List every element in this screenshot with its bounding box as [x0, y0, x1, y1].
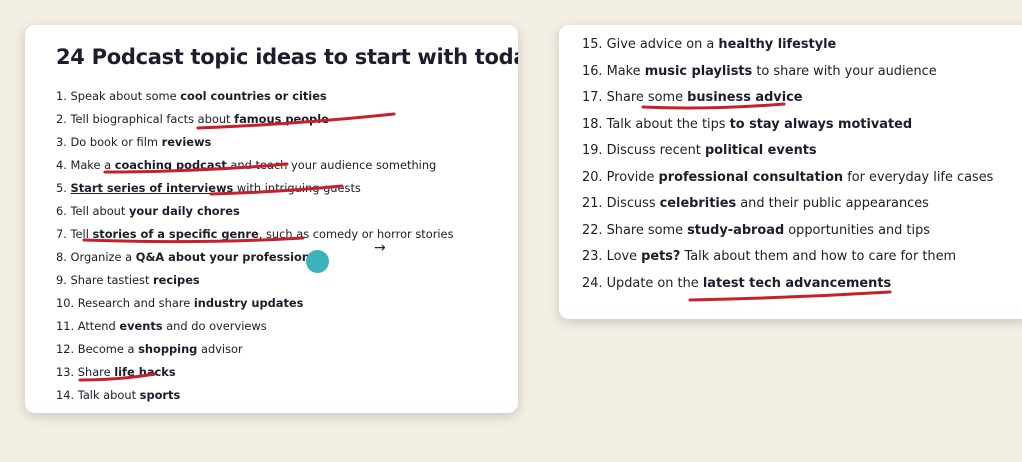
list-item: 5. Start series of interviews with intri… — [56, 181, 361, 195]
list-item: 24. Update on the latest tech advancemen… — [582, 275, 892, 291]
list-item: 9. Share tastiest recipes — [56, 273, 200, 287]
list-item: 2. Tell biographical facts about famous … — [56, 112, 329, 126]
list-item: 3. Do book or film reviews — [56, 135, 212, 149]
interviews-link[interactable]: Start series of interviews — [71, 181, 234, 195]
list-item: 8. Organize a Q&A about your profession — [56, 250, 310, 264]
list-item: 20. Provide professional consultation fo… — [582, 169, 994, 185]
list-item: 7. Tell stories of a specific genre, suc… — [56, 227, 454, 241]
right-topic-card: 15. Give advice on a healthy lifestyle 1… — [559, 25, 1022, 319]
cursor-indicator — [306, 250, 329, 273]
list-item: 4. Make a coaching podcast and teach you… — [56, 158, 437, 172]
list-item: 22. Share some study-abroad opportunitie… — [582, 222, 930, 238]
list-item: 18. Talk about the tips to stay always m… — [582, 116, 913, 132]
list-item: 6. Tell about your daily chores — [56, 204, 240, 218]
list-item: 11. Attend events and do overviews — [56, 319, 267, 333]
list-item: 1. Speak about some cool countries or ci… — [56, 89, 327, 103]
topic-list-right: 15. Give advice on a healthy lifestyle 1… — [582, 32, 993, 297]
left-topic-card: 24 Podcast topic ideas to start with tod… — [25, 25, 518, 413]
list-item: 23. Love pets? Talk about them and how t… — [582, 249, 957, 264]
arrow-right-icon: → — [374, 240, 386, 256]
list-item: 16. Make music playlists to share with y… — [582, 63, 937, 79]
list-item: 17. Share some business advice — [582, 90, 803, 105]
list-item: 15. Give advice on a healthy lifestyle — [582, 37, 837, 52]
list-item: 19. Discuss recent political events — [582, 143, 817, 158]
list-item: 14. Talk about sports — [56, 388, 181, 402]
topic-list-left: 1. Speak about some cool countries or ci… — [56, 85, 454, 407]
list-item: 10. Research and share industry updates — [56, 296, 304, 310]
list-item: 13. Share life hacks — [56, 365, 176, 379]
list-item: 12. Become a shopping advisor — [56, 342, 243, 356]
page-title: 24 Podcast topic ideas to start with tod… — [56, 45, 518, 69]
list-item: 21. Discuss celebrities and their public… — [582, 196, 929, 211]
